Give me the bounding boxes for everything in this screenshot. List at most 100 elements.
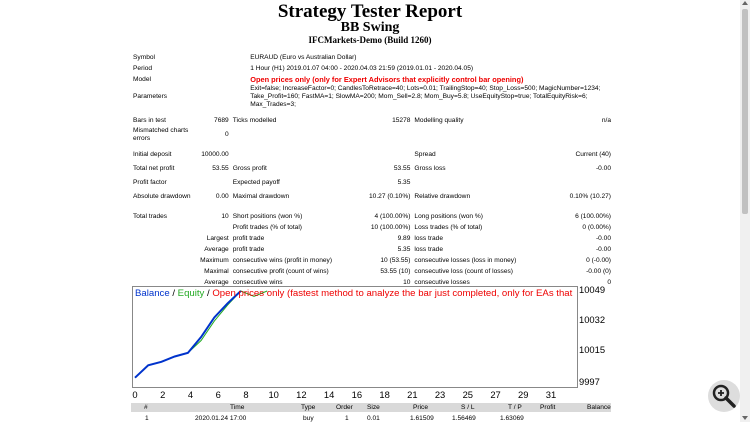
max-consecutive-losses-value: 0 (-0.00) [586,256,611,264]
deals-col-type: Type [301,404,316,411]
expert-name: BB Swing [340,20,400,35]
deals-col-price: Price [413,404,429,411]
max-consecutive-profit-label: consecutive profit (count of wins) [232,267,329,275]
largest-profit-label: profit trade [232,234,265,242]
model-label: Model [133,75,151,83]
largest-loss-value: -0.00 [595,234,611,242]
loss-trades-label: Loss trades (% of total) [414,223,483,231]
symbol-value: EURAUD (Euro vs Australian Dollar) [250,53,357,61]
series-line-equity [134,290,268,379]
legend-model: Open prices only (fastest method to anal… [212,288,573,299]
mismatched-value: 0 [225,130,229,138]
largest-label: Largest [206,234,229,242]
report-page: Strategy Tester Report BB Swing IFCMarke… [0,0,740,422]
quality-label: Modelling quality [414,116,464,124]
average-loss-value: -0.00 [595,245,611,253]
max-consecutive-wins-label: consecutive wins (profit in money) [232,256,333,264]
largest-loss-label: loss trade [414,234,443,242]
deal-order: 1 [345,415,349,422]
report-table: Symbol EURAUD (Euro vs Australian Dollar… [131,52,613,288]
net-profit-value: 53.55 [212,164,229,172]
gross-profit-value: 53.55 [393,164,411,172]
average-loss-label: loss trade [414,245,443,253]
mismatched-label: Mismatched charts errors [133,126,189,142]
x-tick-label: 23 [434,389,446,400]
x-tick-label: 27 [490,389,501,400]
maximal-drawdown-label: Maximal drawdown [232,192,290,200]
max-consecutive-wins-value: 10 (53.55) [380,256,411,264]
x-tick-label: 29 [518,389,529,400]
total-trades-label: Total trades [133,212,168,220]
deal-sl: 1.56469 [452,415,476,422]
deals-col-profit: Profit [540,404,556,411]
deals-col-tp: T / P [508,404,522,411]
symbol-label: Symbol [133,53,155,61]
max-consecutive-loss-value: -0.00 (0) [586,267,611,275]
scrollbar-thumb[interactable] [742,9,748,214]
deal-number: 1 [145,415,149,422]
deals-col-balance: Balance [587,404,611,411]
deal-price: 1.61509 [410,415,434,422]
maximal-drawdown-value: 10.27 (0.10%) [368,192,411,200]
largest-profit-value: 9.89 [397,234,411,242]
x-tick-label: 6 [215,389,221,400]
total-trades-value: 10 [221,212,229,220]
period-value: 1 Hour (H1) 2019.01.07 04:00 - 2020.04.0… [250,64,474,72]
maximal-label: Maximal [204,267,229,275]
max-consecutive-loss-label: consecutive loss (count of losses) [414,267,513,275]
vertical-scrollbar[interactable] [740,0,750,422]
profit-factor-label: Profit factor [133,178,167,186]
profit-trades-value: 10 (100.00%) [370,223,411,231]
x-tick-label: 0 [132,389,138,400]
y-tick-label: 10015 [579,344,606,356]
parameters-label: Parameters [133,93,168,100]
profit-factor-value [199,177,231,188]
zoom-button[interactable] [708,380,740,412]
bars-value: 7689 [214,116,229,124]
balance-chart-svg [134,290,268,379]
x-tick-label: 21 [407,389,418,400]
deals-col-number: # [144,404,148,411]
scroll-down-arrow-icon[interactable] [742,416,748,420]
quality-value: n/a [601,116,611,124]
profit-trades-label: Profit trades (% of total) [232,223,302,231]
legend-separator: / [169,288,178,299]
deal-type: buy [303,415,314,422]
ticks-label: Ticks modelled [232,116,277,124]
long-positions-value: 6 (100.00%) [575,212,611,220]
short-positions-label: Short positions (won %) [232,212,303,220]
deals-col-order: Order [336,404,353,411]
y-tick-label: 10032 [579,314,606,326]
absolute-drawdown-value: 0.00 [215,192,229,200]
deals-col-size: Size [367,404,380,411]
x-tick-label: 8 [243,389,249,400]
long-positions-label: Long positions (won %) [414,212,483,220]
series-line-balance [134,290,242,379]
scroll-up-arrow-icon[interactable] [742,1,748,5]
average-label: Average [204,245,229,253]
x-tick-label: 25 [462,389,474,400]
legend-equity: Equity [177,288,205,299]
deals-header: # Time Type Order Size Price S / L T / P… [131,403,611,412]
deal-time: 2020.01.24 17:00 [195,415,247,422]
maximum-label: Maximum [200,256,229,264]
x-tick-label: 4 [187,389,194,400]
loss-trades-value: 0 (0.00%) [582,223,611,231]
deal-tp: 1.63069 [500,415,524,422]
ticks-value: 15278 [392,116,411,124]
relative-drawdown-label: Relative drawdown [414,192,471,200]
short-positions-value: 4 (100.00%) [374,212,411,220]
average-profit-value: 5.35 [397,245,411,253]
x-tick-label: 10 [268,389,279,400]
net-profit-label: Total net profit [133,164,175,172]
spread-label: Spread [414,150,436,158]
chart-legend: Balance / Equity / Open prices only (fas… [135,288,573,299]
period-label: Period [133,64,153,72]
y-tick-label: 9997 [579,376,600,387]
broker-build: IFCMarkets-Demo (Build 1260) [308,35,432,45]
max-consecutive-losses-label: consecutive losses (loss in money) [414,256,517,264]
table-row: 1 2020.01.24 17:00 buy 1 0.01 1.61509 1.… [131,414,611,422]
initial-deposit-value: 10000.00 [201,150,229,158]
gross-loss-value: -0.00 [595,164,611,172]
legend-balance: Balance [135,288,170,299]
